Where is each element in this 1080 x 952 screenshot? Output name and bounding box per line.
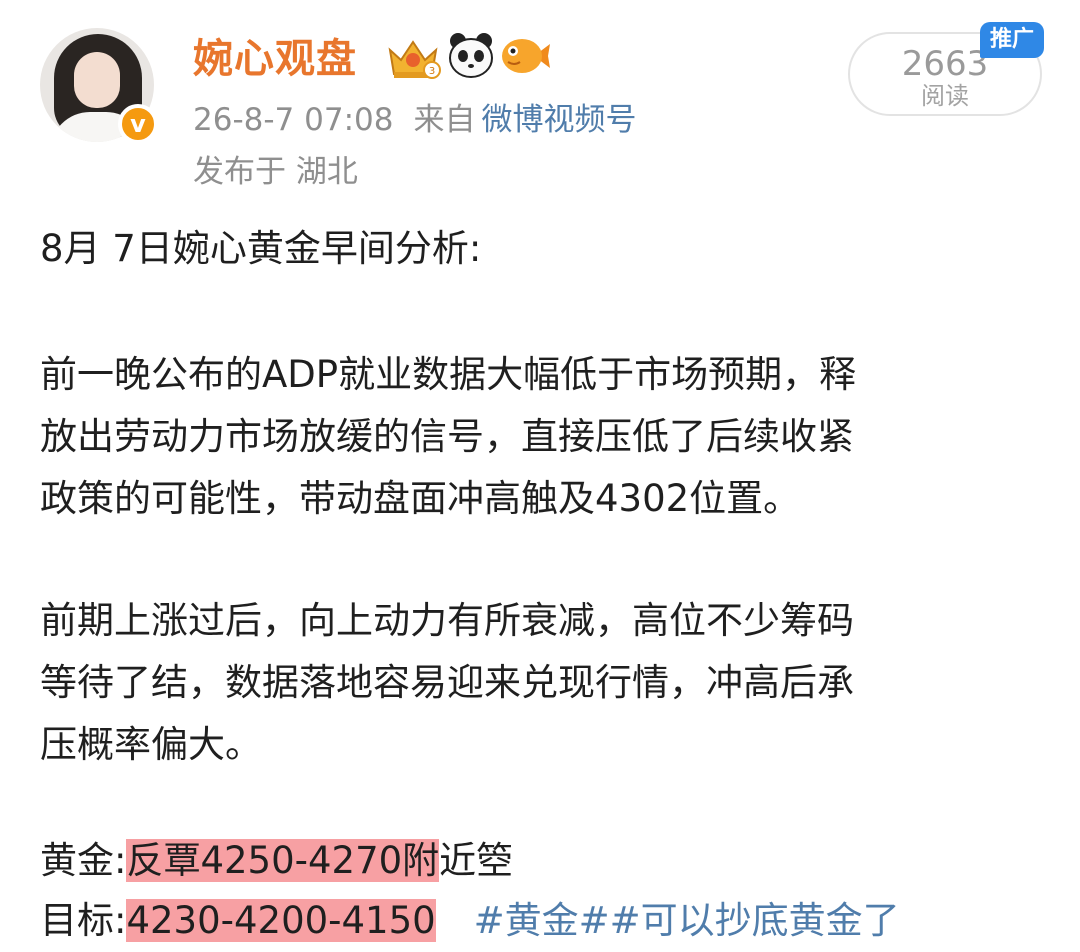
strategy-line: 黄金:反覃4250-4270附近箜 xyxy=(40,830,513,892)
target-label: 目标: xyxy=(40,899,127,942)
hashtag-link[interactable]: #黄金##可以抄底黄金了 xyxy=(474,899,900,942)
panda-icon xyxy=(449,33,493,78)
post-location: 发布于 湖北 xyxy=(193,154,358,190)
post-title: 8月 7日婉心黄金早间分析: xyxy=(40,227,482,270)
paragraph-line: 前期上涨过后，向上动力有所衰减，高位不少筹码 xyxy=(40,599,854,642)
read-label: 阅读 xyxy=(921,82,969,110)
paragraph-line: 政策的可能性，带动盘面冲高触及4302位置。 xyxy=(40,477,801,520)
paragraph-line: 压概率偏大。 xyxy=(40,723,262,766)
verified-badge-icon: v xyxy=(118,104,158,144)
target-highlight: 4230-4200-4150 xyxy=(126,899,436,942)
strategy-tail: 近箜 xyxy=(439,839,514,882)
target-line: 目标:4230-4200-4150 #黄金##可以抄底黄金了 xyxy=(40,890,900,952)
strategy-highlight: 反覃4250-4270附 xyxy=(126,839,440,882)
paragraph-line: 前一晚公布的ADP就业数据大幅低于市场预期，释 xyxy=(40,353,857,396)
source-link[interactable]: 微博视频号 xyxy=(481,102,636,138)
ad-badge: 推广 xyxy=(980,22,1044,58)
post-timestamp: 26-8-7 07:08 xyxy=(193,102,394,138)
fish-icon xyxy=(502,39,550,73)
paragraph-line: 放出劳动力市场放缓的信号，直接压低了后续收紧 xyxy=(40,415,854,458)
strategy-label: 黄金: xyxy=(40,839,127,882)
post-meta: 26-8-7 07:08 来自 微博视频号 xyxy=(193,96,636,144)
svg-text:3: 3 xyxy=(429,66,435,77)
author-name[interactable]: 婉心观盘 xyxy=(193,30,357,88)
crown-icon: 3 xyxy=(388,40,441,79)
paragraph-line: 等待了结，数据落地容易迎来兑现行情，冲高后承 xyxy=(40,661,854,704)
from-label: 来自 xyxy=(413,102,476,138)
